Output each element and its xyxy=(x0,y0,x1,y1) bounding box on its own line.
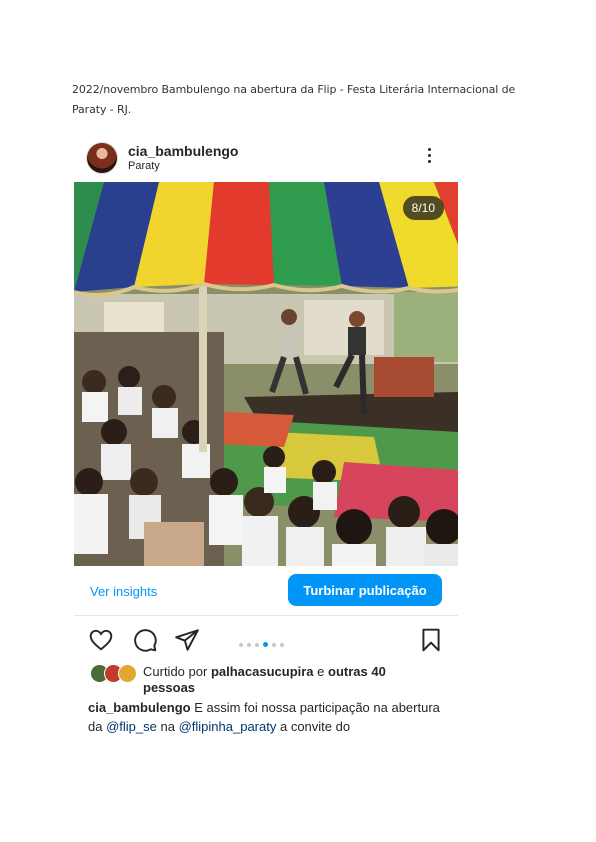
carousel-indicator xyxy=(239,636,288,648)
view-insights-link[interactable]: Ver insights xyxy=(90,584,157,599)
post-photo[interactable]: 8/10 xyxy=(74,182,458,566)
likes-row: Curtido por palhacasucupira e outras 40 … xyxy=(90,662,450,698)
heart-icon[interactable] xyxy=(88,627,114,653)
mention-flip[interactable]: @flip_se xyxy=(106,719,157,734)
insights-row: Ver insights Turbinar publicação xyxy=(74,571,458,616)
caption-username[interactable]: cia_bambulengo xyxy=(88,700,191,715)
post-username[interactable]: cia_bambulengo xyxy=(128,143,238,159)
mention-flipinha[interactable]: @flipinha_paraty xyxy=(179,719,277,734)
avatar[interactable] xyxy=(86,142,118,174)
likes-summary[interactable]: Curtido por palhacasucupira e outras 40 … xyxy=(143,664,433,696)
post-actions xyxy=(74,624,458,654)
more-vertical-icon[interactable] xyxy=(428,148,432,168)
boost-post-button[interactable]: Turbinar publicação xyxy=(288,574,442,606)
document-caption: 2022/novembro Bambulengo na abertura da … xyxy=(72,83,516,116)
circus-tent-photo xyxy=(74,182,458,566)
bookmark-icon[interactable] xyxy=(418,627,444,653)
post-header: cia_bambulengo Paraty xyxy=(86,140,446,176)
share-icon[interactable] xyxy=(174,627,200,653)
liker-avatars[interactable] xyxy=(90,664,140,683)
slide-counter: 8/10 xyxy=(402,196,444,220)
comment-icon[interactable] xyxy=(132,627,158,653)
post-caption: cia_bambulengo E assim foi nossa partici… xyxy=(88,700,440,734)
post-location[interactable]: Paraty xyxy=(128,160,160,172)
